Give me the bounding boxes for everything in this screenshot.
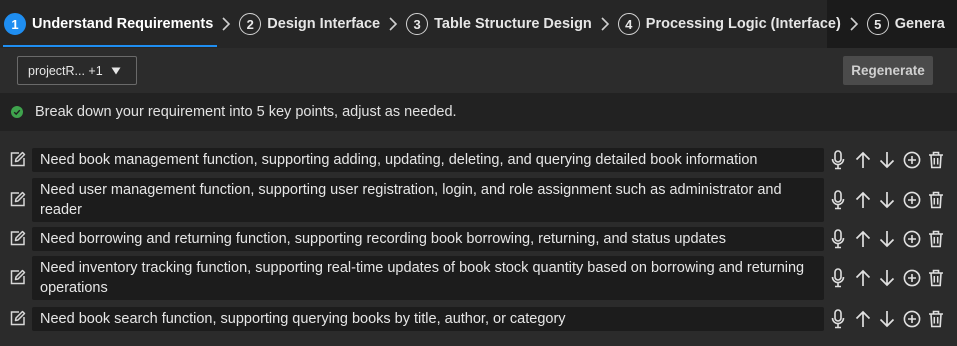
requirements-list: Need book management function, supportin… [0, 131, 957, 346]
project-select-value: projectR... +1 [28, 63, 103, 78]
trash-icon[interactable] [926, 190, 946, 210]
microphone-icon[interactable] [828, 268, 848, 288]
requirement-row: Need borrowing and returning function, s… [0, 227, 957, 251]
requirement-text-content: Need borrowing and returning function, s… [40, 231, 726, 247]
step-label: Processing Logic (Interface) [645, 16, 841, 32]
step-number: 2 [239, 13, 262, 35]
requirement-actions [828, 189, 946, 211]
requirement-text-content: Need book search function, supporting qu… [40, 311, 566, 327]
add-circle-icon[interactable] [902, 190, 922, 210]
step-number: 5 [866, 13, 889, 35]
microphone-icon[interactable] [828, 150, 848, 170]
microphone-icon[interactable] [828, 309, 848, 329]
step-generate[interactable]: 5 Genera [863, 2, 949, 46]
requirement-actions [828, 267, 946, 289]
requirement-text-content: Need user management function, supportin… [40, 182, 782, 218]
requirement-actions [828, 308, 946, 330]
edit-icon[interactable] [9, 151, 26, 168]
edit-icon[interactable] [9, 230, 26, 247]
edit-icon[interactable] [9, 269, 26, 286]
requirement-row: Need user management function, supportin… [0, 178, 957, 222]
trash-icon[interactable] [926, 268, 946, 288]
chevron-right-icon [596, 14, 614, 34]
arrow-down-icon[interactable] [877, 150, 897, 170]
info-banner: Break down your requirement into 5 key p… [0, 93, 957, 131]
arrow-up-icon[interactable] [853, 190, 873, 210]
toolbar: projectR... +1 Regenerate [0, 48, 957, 93]
info-message: Break down your requirement into 5 key p… [35, 104, 457, 120]
trash-icon[interactable] [926, 150, 946, 170]
requirement-text[interactable]: Need book management function, supportin… [32, 148, 824, 172]
requirement-text[interactable]: Need inventory tracking function, suppor… [32, 256, 824, 300]
step-number: 1 [4, 13, 26, 35]
step-label: Genera [894, 16, 945, 32]
caret-down-icon [111, 67, 121, 75]
arrow-down-icon[interactable] [877, 268, 897, 288]
microphone-icon[interactable] [828, 190, 848, 210]
add-circle-icon[interactable] [902, 268, 922, 288]
step-processing-logic[interactable]: 4 Processing Logic (Interface) [614, 2, 845, 46]
requirement-row: Need inventory tracking function, suppor… [0, 256, 957, 300]
edit-icon[interactable] [9, 191, 26, 208]
requirement-actions [828, 149, 946, 171]
requirement-actions [828, 228, 946, 250]
arrow-down-icon[interactable] [877, 229, 897, 249]
arrow-down-icon[interactable] [877, 190, 897, 210]
edit-icon[interactable] [9, 310, 26, 327]
arrow-up-icon[interactable] [853, 229, 873, 249]
stepper: 1 Understand Requirements 2 Design Inter… [0, 0, 957, 48]
chevron-right-icon [217, 14, 235, 34]
requirement-text[interactable]: Need borrowing and returning function, s… [32, 227, 824, 251]
arrow-up-icon[interactable] [853, 268, 873, 288]
arrow-up-icon[interactable] [853, 150, 873, 170]
requirement-text-content: Need inventory tracking function, suppor… [40, 260, 805, 296]
requirement-row: Need book management function, supportin… [0, 148, 957, 172]
trash-icon[interactable] [926, 229, 946, 249]
step-number: 3 [406, 13, 429, 35]
arrow-up-icon[interactable] [853, 309, 873, 329]
step-label: Design Interface [267, 16, 381, 32]
step-number: 4 [617, 13, 640, 35]
chevron-right-icon [384, 14, 402, 34]
requirement-text-content: Need book management function, supportin… [40, 152, 758, 168]
requirement-row: Need book search function, supporting qu… [0, 307, 957, 331]
add-circle-icon[interactable] [902, 309, 922, 329]
add-circle-icon[interactable] [902, 229, 922, 249]
step-design-interface[interactable]: 2 Design Interface [235, 2, 384, 46]
arrow-down-icon[interactable] [877, 309, 897, 329]
chevron-right-icon [845, 14, 863, 34]
check-circle-icon [11, 106, 23, 118]
step-label: Table Structure Design [434, 16, 592, 32]
microphone-icon[interactable] [828, 229, 848, 249]
requirement-text[interactable]: Need book search function, supporting qu… [32, 307, 824, 331]
step-label: Understand Requirements [32, 16, 214, 32]
requirement-text[interactable]: Need user management function, supportin… [32, 178, 824, 222]
add-circle-icon[interactable] [902, 150, 922, 170]
step-table-structure-design[interactable]: 3 Table Structure Design [402, 2, 596, 46]
trash-icon[interactable] [926, 309, 946, 329]
step-understand-requirements[interactable]: 1 Understand Requirements [0, 2, 218, 47]
regenerate-button[interactable]: Regenerate [843, 56, 933, 85]
project-select[interactable]: projectR... +1 [17, 56, 137, 85]
